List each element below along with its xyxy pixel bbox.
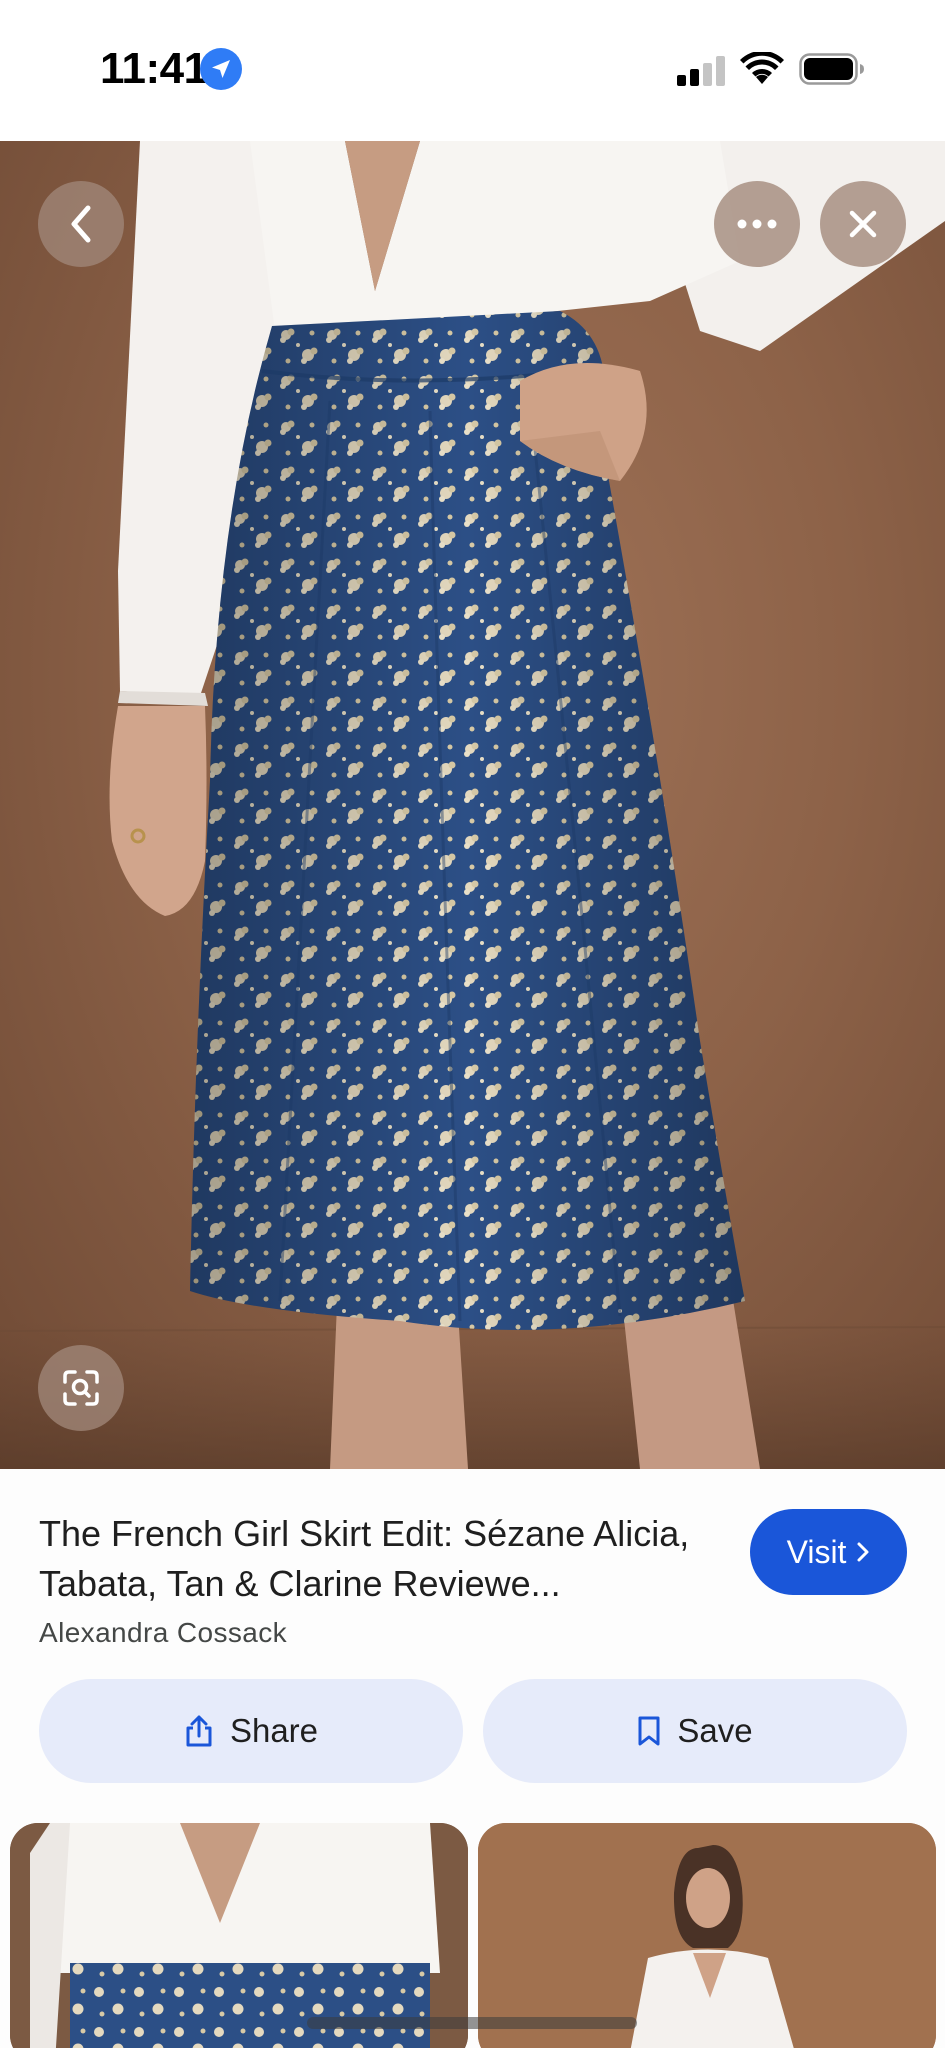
cellular-signal-icon	[677, 56, 725, 86]
model-full-outfit-thumbnail	[478, 1823, 936, 2048]
more-options-button[interactable]	[714, 181, 800, 267]
result-title[interactable]: The French Girl Skirt Edit: Sézane Alici…	[39, 1509, 719, 1609]
related-thumbnail-skirt-closeup[interactable]	[10, 1823, 468, 2048]
location-arrow-icon	[200, 48, 242, 90]
more-options-icon	[737, 219, 777, 229]
home-indicator	[307, 2017, 637, 2029]
related-thumbnail-full-outfit[interactable]	[478, 1823, 936, 2048]
status-bar: 11:41	[0, 0, 945, 141]
chevron-right-icon	[857, 1542, 869, 1562]
result-source[interactable]: Alexandra Cossack	[39, 1617, 287, 1649]
save-label: Save	[677, 1712, 753, 1749]
save-button[interactable]: Save	[483, 1679, 907, 1783]
visit-label: Visit	[786, 1533, 847, 1570]
visit-button[interactable]: Visit	[750, 1509, 907, 1595]
lens-search-button[interactable]	[38, 1345, 124, 1431]
close-button[interactable]	[820, 181, 906, 267]
battery-icon	[799, 53, 864, 85]
close-icon	[849, 210, 877, 238]
floral-skirt-photo	[0, 141, 945, 1469]
google-image-result-page: 11:41 The French Girl Skirt Edit: Sézane…	[0, 0, 945, 2048]
share-button[interactable]: Share	[39, 1679, 463, 1783]
status-time: 11:41	[100, 44, 208, 93]
back-button[interactable]	[38, 181, 124, 267]
wifi-icon	[740, 52, 784, 84]
share-label: Share	[229, 1712, 319, 1749]
result-image[interactable]	[0, 141, 945, 1469]
result-info-panel: The French Girl Skirt Edit: Sézane Alici…	[0, 1469, 945, 2048]
share-icon	[186, 1715, 212, 1747]
skirt-closeup-thumbnail	[10, 1823, 468, 2048]
bookmark-icon	[638, 1716, 660, 1746]
back-chevron-icon	[71, 205, 91, 243]
lens-search-icon	[63, 1370, 99, 1406]
